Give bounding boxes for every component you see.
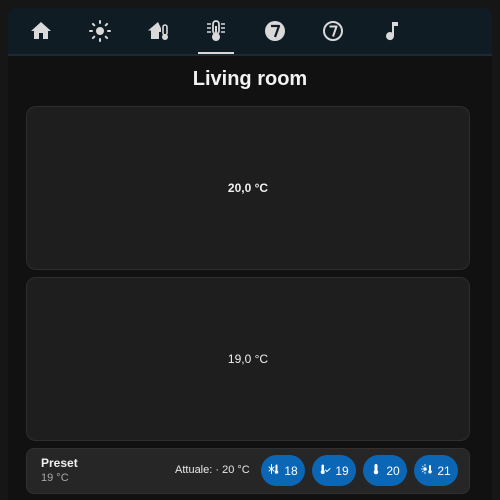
preset-button-21[interactable]: 21 — [414, 455, 458, 486]
sun-thermometer-icon — [421, 463, 433, 478]
preset-button-20[interactable]: 20 — [363, 455, 407, 486]
thermometer-check-icon — [319, 463, 331, 478]
page-title: Living room — [192, 68, 308, 90]
preset-bar: Preset 19 °C Attuale: · 20 °C 18 19 20 2… — [26, 448, 470, 494]
preset-button-label: 21 — [437, 463, 451, 478]
temperature-value: 19,0 °C — [227, 352, 269, 366]
preset-button-label: 18 — [284, 463, 298, 478]
thermometer-lines-icon[interactable] — [198, 19, 234, 54]
page-frame: Living room 20,0 °C 19,0 °C Preset 19 °C… — [0, 0, 500, 500]
top-navigation — [8, 8, 492, 56]
music-note-icon[interactable] — [380, 19, 404, 43]
sun-icon[interactable] — [88, 19, 112, 43]
preset-button-label: 19 — [335, 463, 349, 478]
temperature-value: 20,0 °C — [227, 181, 269, 195]
thermometer-icon — [370, 463, 382, 478]
home-thermometer-icon[interactable] — [147, 19, 171, 43]
dashboard-app: Living room 20,0 °C 19,0 °C Preset 19 °C… — [8, 8, 492, 500]
preset-button-18[interactable]: 18 — [261, 455, 305, 486]
snowflake-thermometer-icon — [268, 463, 280, 478]
current-temperature: Attuale: · 20 °C — [175, 464, 250, 476]
preset-value: 19 °C — [41, 472, 69, 484]
preset-label: Preset — [41, 456, 78, 470]
preset-button-label: 20 — [386, 463, 400, 478]
temperature-card[interactable]: 19,0 °C — [26, 277, 470, 441]
temperature-card[interactable]: 20,0 °C — [26, 106, 470, 270]
number-7-outline-icon[interactable] — [321, 19, 345, 43]
preset-button-19[interactable]: 19 — [312, 455, 356, 486]
home-icon[interactable] — [29, 19, 53, 43]
number-7-circle-icon[interactable] — [263, 19, 287, 43]
